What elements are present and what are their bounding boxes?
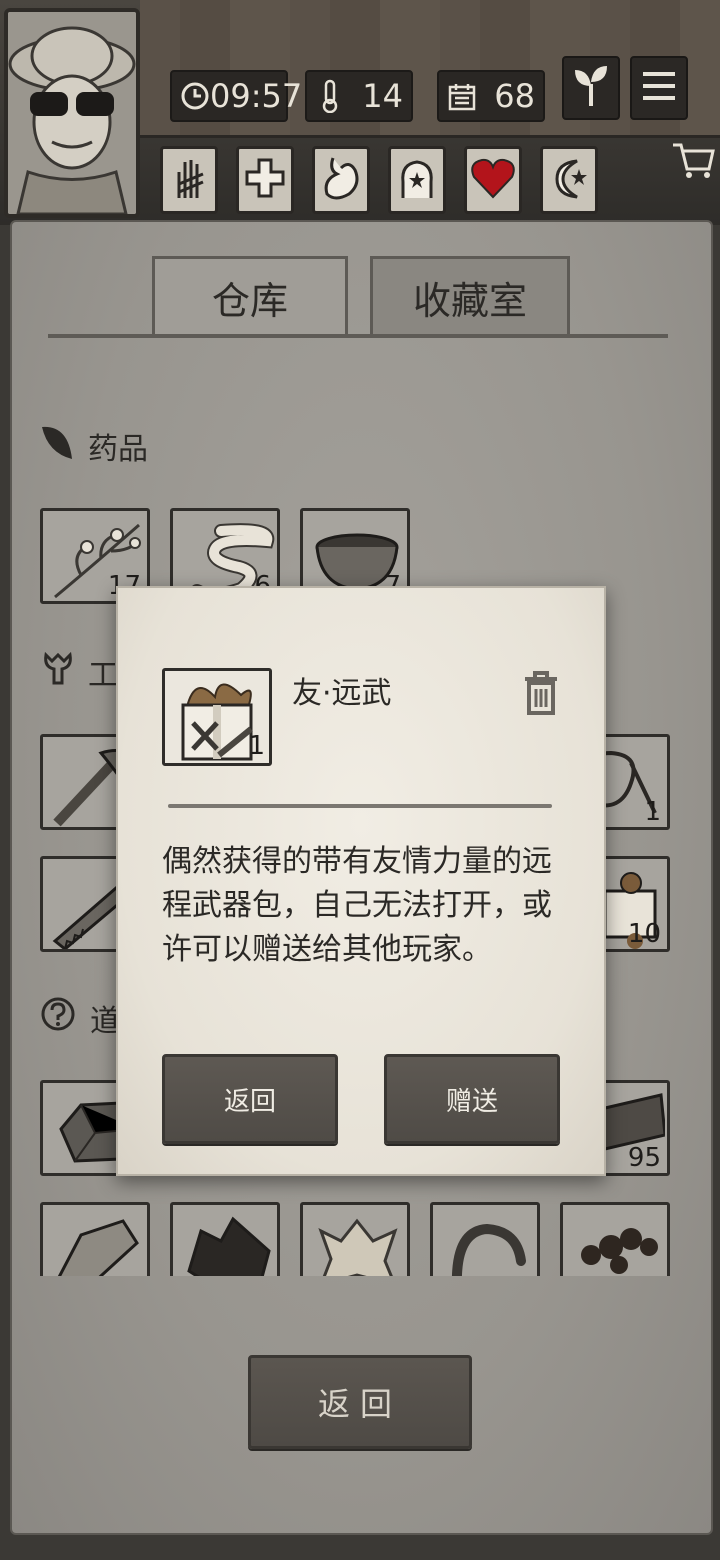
player-portrait[interactable] (4, 8, 140, 218)
section-items: 道 (40, 996, 120, 1040)
dialog-gift-button[interactable]: 赠送 (384, 1054, 560, 1144)
slot-rock[interactable] (40, 1202, 150, 1276)
hand-icon (169, 154, 209, 206)
hide-icon (318, 1218, 398, 1276)
dialog-item-qty: 1 (248, 731, 265, 761)
tab-health[interactable] (236, 146, 294, 214)
day-display: 68 (437, 70, 545, 122)
calendar-icon (447, 81, 477, 111)
day-value: 68 (494, 77, 535, 115)
slot-coal[interactable] (170, 1202, 280, 1276)
items-row-clipped (0, 1202, 720, 1276)
slot-worm[interactable] (430, 1202, 540, 1276)
wrench-icon (40, 649, 74, 695)
cart-icon (671, 141, 715, 185)
tab-collection[interactable]: 收藏室 (370, 256, 570, 336)
slot-qty: 1 (644, 797, 661, 827)
heart-icon (470, 157, 516, 203)
status-category-tabs (160, 146, 600, 216)
cart-button[interactable] (668, 138, 718, 188)
worm-icon (451, 1223, 526, 1276)
tab-heart[interactable] (464, 146, 522, 214)
sprout-icon (571, 64, 611, 112)
temperature-display: 14 (305, 70, 413, 122)
back-button[interactable]: 返回 (248, 1355, 472, 1449)
slot-qty: 10 (627, 919, 661, 949)
item-detail-dialog: 1 友·远武 偶然获得的带有友情力量的远程武器包，自己无法打开，或许可以赠送给其… (116, 586, 606, 1176)
thermometer-icon (315, 79, 345, 113)
dialog-return-button[interactable]: 返回 (162, 1054, 338, 1144)
section-medicine: 药品 (40, 424, 148, 468)
leaf-icon (40, 423, 74, 469)
sprout-button[interactable] (562, 56, 620, 120)
section-tools: 工 (40, 650, 118, 694)
menu-icon (639, 66, 679, 110)
slot-hide[interactable] (300, 1202, 410, 1276)
slot-qty: 95 (627, 1143, 661, 1173)
slot-berries[interactable] (560, 1202, 670, 1276)
question-icon (40, 996, 76, 1040)
tab-sleep[interactable] (540, 146, 598, 214)
rock-icon (57, 1219, 139, 1276)
dialog-description: 偶然获得的带有友情力量的远程武器包，自己无法打开，或许可以赠送给其他玩家。 (162, 844, 552, 967)
tab-warehouse[interactable]: 仓库 (152, 256, 348, 336)
tab-divider (48, 334, 668, 338)
berries-icon (581, 1228, 658, 1274)
temperature-value: 14 (362, 77, 403, 115)
section-medicine-label: 药品 (88, 432, 148, 467)
discard-button[interactable] (518, 668, 564, 722)
menu-button[interactable] (630, 56, 688, 120)
stomach-icon (319, 154, 363, 206)
time-display: 09:57 (170, 70, 302, 122)
top-hud: 09:57 14 68 (0, 0, 720, 225)
tab-stomach[interactable] (312, 146, 370, 214)
tab-hand[interactable] (160, 146, 218, 214)
plus-icon (243, 156, 287, 204)
coal-icon (187, 1216, 271, 1276)
dialog-item-title: 友·远武 (292, 676, 392, 711)
head-icon (395, 154, 439, 206)
section-tools-label: 工 (88, 658, 118, 693)
dialog-divider (168, 804, 552, 808)
time-value: 09:57 (210, 77, 303, 115)
clock-icon (180, 81, 210, 111)
tab-mind[interactable] (388, 146, 446, 214)
trash-icon (521, 669, 561, 721)
moon-icon (547, 155, 591, 205)
dialog-item-slot: 1 (162, 668, 272, 766)
